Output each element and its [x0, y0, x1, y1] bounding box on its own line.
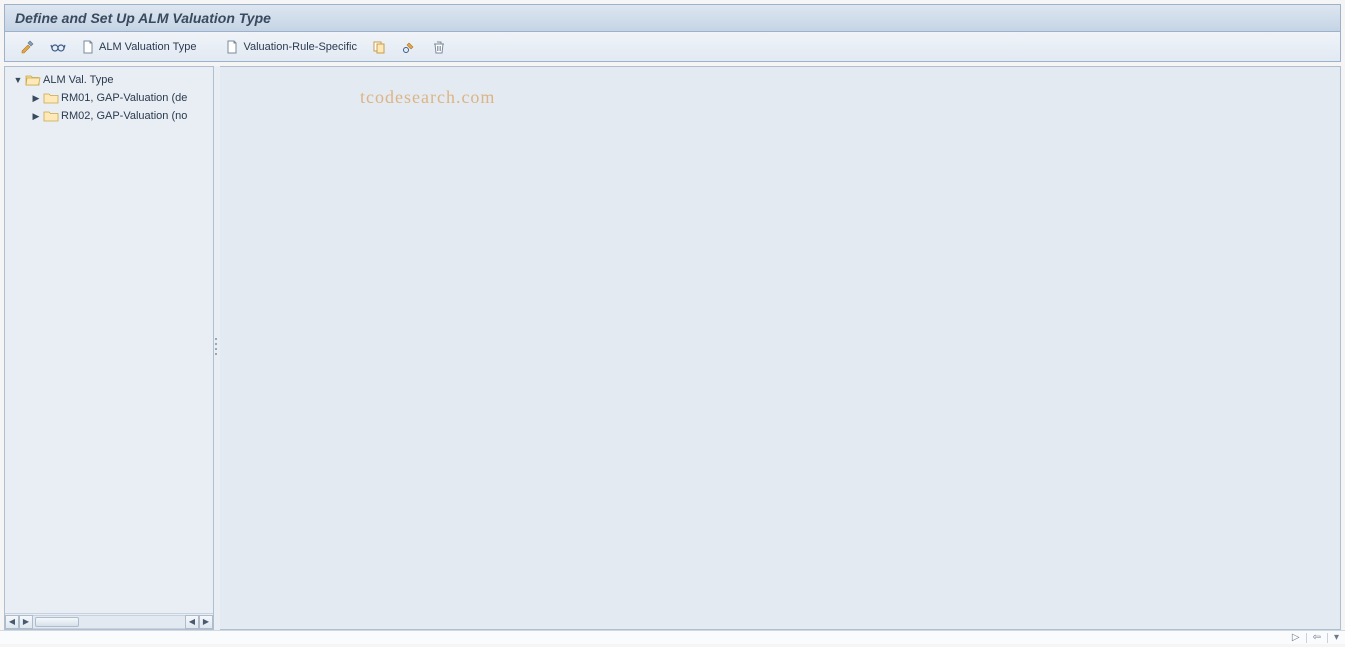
detail-area: tcodesearch.com [220, 66, 1341, 630]
trash-icon [431, 39, 447, 55]
page-title: Define and Set Up ALM Valuation Type [15, 10, 271, 26]
scroll-right-arrow-2[interactable]: ▶ [199, 615, 213, 629]
tree-item-label: RM01, GAP-Valuation (de [61, 92, 187, 104]
delete-button[interactable] [426, 36, 452, 58]
title-bar: Define and Set Up ALM Valuation Type [4, 4, 1341, 32]
scroll-left-arrow-2[interactable]: ◀ [185, 615, 199, 629]
display-button[interactable] [45, 36, 71, 58]
status-separator [1306, 633, 1307, 643]
copy-icon [371, 39, 387, 55]
scroll-track[interactable] [33, 615, 185, 629]
navigation-tree-panel: ▼ ALM Val. Type ▶ RM01, GAP-Valuation (d… [4, 66, 214, 630]
tree-item[interactable]: ▶ RM02, GAP-Valuation (no [7, 107, 211, 125]
expand-icon[interactable]: ▶ [31, 93, 41, 104]
scroll-left-arrow[interactable]: ◀ [5, 615, 19, 629]
collapse-icon[interactable]: ▼ [13, 75, 23, 85]
scroll-right-arrow[interactable]: ▶ [19, 615, 33, 629]
tree-horizontal-scrollbar[interactable]: ◀ ▶ ◀ ▶ [5, 613, 213, 629]
tree-root-node[interactable]: ▼ ALM Val. Type [7, 71, 211, 89]
application-toolbar: ALM Valuation Type Valuation-Rule-Specif… [4, 32, 1341, 62]
status-back-icon[interactable]: ⇦ [1313, 632, 1321, 643]
folder-open-icon [25, 73, 41, 87]
expand-icon[interactable]: ▶ [31, 111, 41, 122]
status-bar: ▷ ⇦ ▾ [0, 630, 1345, 644]
pencil-wrench-icon [20, 39, 36, 55]
folder-closed-icon [43, 91, 59, 105]
watermark-text: tcodesearch.com [360, 87, 495, 108]
create-rule-specific-label: Valuation-Rule-Specific [243, 41, 357, 53]
status-menu-icon[interactable]: ▾ [1334, 632, 1339, 643]
splitter-handle-icon [215, 337, 219, 357]
status-separator [1327, 633, 1328, 643]
tree-item[interactable]: ▶ RM01, GAP-Valuation (de [7, 89, 211, 107]
status-nav-icon[interactable]: ▷ [1292, 632, 1300, 643]
new-document-icon [224, 39, 240, 55]
scroll-thumb[interactable] [35, 617, 79, 627]
change-button[interactable] [15, 36, 41, 58]
tree-body: ▼ ALM Val. Type ▶ RM01, GAP-Valuation (d… [5, 67, 213, 613]
pencil-glasses-icon [401, 39, 417, 55]
content-area: ▼ ALM Val. Type ▶ RM01, GAP-Valuation (d… [4, 66, 1341, 630]
create-valuation-type-label: ALM Valuation Type [99, 41, 196, 53]
glasses-icon [50, 39, 66, 55]
tree-item-label: RM02, GAP-Valuation (no [61, 110, 187, 122]
create-rule-specific-button[interactable]: Valuation-Rule-Specific [219, 36, 362, 58]
display-change-toggle-button[interactable] [396, 36, 422, 58]
tree-root-label: ALM Val. Type [43, 74, 114, 86]
create-valuation-type-button[interactable]: ALM Valuation Type [75, 36, 201, 58]
copy-button[interactable] [366, 36, 392, 58]
folder-closed-icon [43, 109, 59, 123]
new-document-icon [80, 39, 96, 55]
